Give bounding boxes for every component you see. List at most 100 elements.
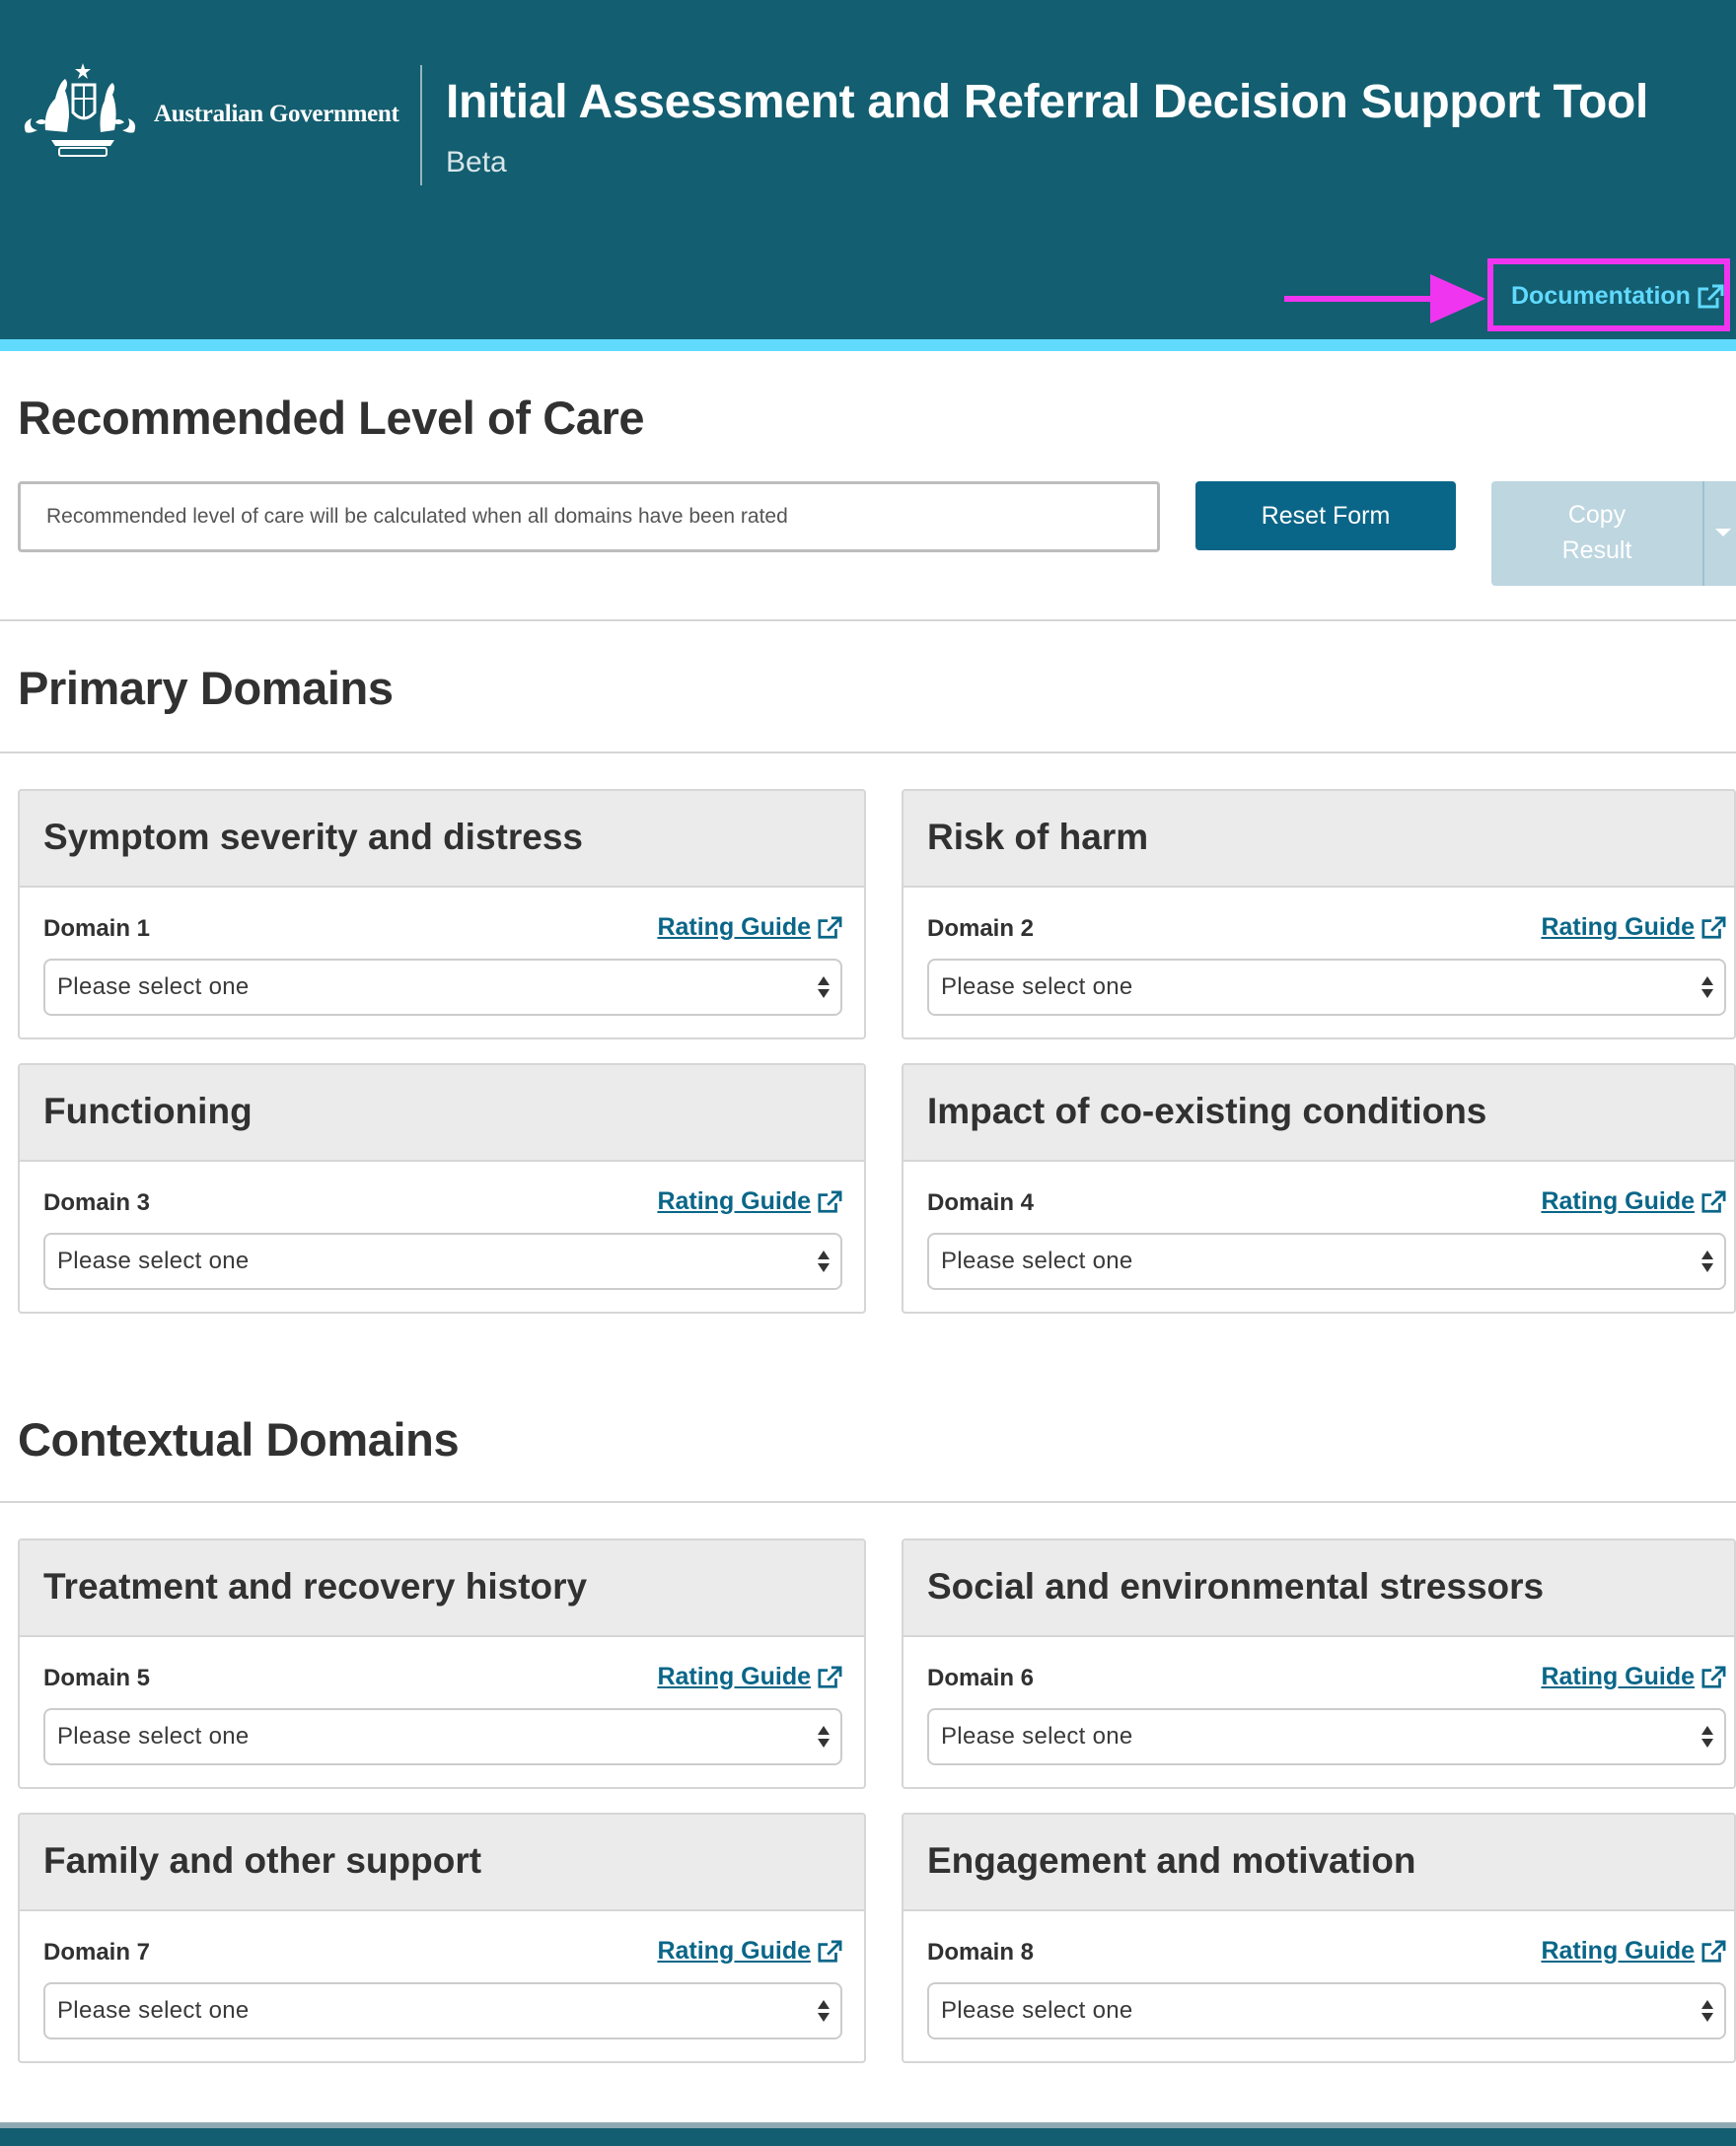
select-arrows-icon [1700, 1249, 1714, 1274]
rating-guide-link[interactable]: Rating Guide [1541, 1187, 1726, 1216]
domain-rating-select[interactable]: Please select one [43, 959, 842, 1016]
external-link-icon [818, 915, 842, 939]
domain-label: Domain 7 [43, 1939, 151, 1966]
select-value: Please select one [941, 1997, 1133, 2024]
select-value: Please select one [57, 1723, 250, 1750]
card-header: Functioning [20, 1065, 864, 1162]
domain-label: Domain 2 [927, 915, 1035, 942]
rating-guide-link[interactable]: Rating Guide [657, 1663, 842, 1691]
rating-guide-label: Rating Guide [657, 913, 811, 941]
domain-label: Domain 8 [927, 1939, 1035, 1966]
select-arrows-icon [817, 1249, 831, 1274]
external-link-icon [1698, 284, 1724, 308]
reset-form-button[interactable]: Reset Form [1195, 481, 1456, 550]
card-header: Social and environmental stressors [904, 1540, 1734, 1637]
card-header: Symptom severity and distress [20, 791, 864, 888]
select-arrows-icon [1700, 974, 1714, 1000]
domain-label: Domain 6 [927, 1665, 1035, 1691]
external-link-icon [818, 1939, 842, 1963]
card-title: Social and environmental stressors [927, 1566, 1545, 1607]
section-divider [0, 1501, 1736, 1503]
rating-guide-link[interactable]: Rating Guide [1541, 1663, 1726, 1691]
domain-rating-select[interactable]: Please select one [927, 1708, 1726, 1765]
card-title: Impact of co-existing conditions [927, 1091, 1487, 1131]
external-link-icon [818, 1189, 842, 1213]
domain-rating-select[interactable]: Please select one [927, 959, 1726, 1016]
app-title: Initial Assessment and Referral Decision… [446, 76, 1649, 128]
select-value: Please select one [941, 1723, 1133, 1750]
copy-options-dropdown[interactable] [1702, 481, 1736, 586]
rating-guide-label: Rating Guide [1541, 1937, 1695, 1965]
select-arrows-icon [1700, 1998, 1714, 2024]
copy-label-line1: Copy [1567, 501, 1627, 529]
rating-guide-link[interactable]: Rating Guide [657, 913, 842, 942]
domain-label: Domain 1 [43, 915, 151, 942]
external-link-icon [1701, 1189, 1726, 1213]
card-header: Impact of co-existing conditions [904, 1065, 1734, 1162]
card-title: Family and other support [43, 1840, 482, 1881]
header-divider [420, 65, 422, 185]
section-divider [0, 619, 1736, 621]
domain-card-social-stressors: Social and environmental stressors Domai… [902, 1538, 1736, 1789]
external-link-icon [1701, 1939, 1726, 1963]
rating-guide-link[interactable]: Rating Guide [1541, 1937, 1726, 1966]
rating-guide-link[interactable]: Rating Guide [657, 1187, 842, 1216]
rating-guide-label: Rating Guide [1541, 1187, 1695, 1215]
rating-guide-label: Rating Guide [657, 1937, 811, 1965]
rating-guide-label: Rating Guide [1541, 913, 1695, 941]
card-title: Functioning [43, 1091, 253, 1131]
domain-card-family-support: Family and other support Domain 7 Rating… [18, 1813, 866, 2063]
select-value: Please select one [57, 973, 250, 1000]
caret-down-icon [1715, 529, 1731, 536]
rating-guide-label: Rating Guide [657, 1663, 811, 1690]
site-footer [0, 2122, 1736, 2146]
domain-label: Domain 3 [43, 1189, 151, 1216]
card-title: Symptom severity and distress [43, 817, 583, 857]
select-arrows-icon [817, 1998, 831, 2024]
copy-result-button[interactable]: Copy Result [1491, 481, 1702, 586]
domain-card-risk-of-harm: Risk of harm Domain 2 Rating Guide Pleas… [902, 789, 1736, 1039]
annotation-arrow-icon [1284, 274, 1485, 323]
australian-coat-of-arms-icon [24, 63, 136, 157]
recommended-heading: Recommended Level of Care [18, 392, 645, 444]
card-header: Engagement and motivation [904, 1815, 1734, 1911]
domain-card-co-existing-conditions: Impact of co-existing conditions Domain … [902, 1063, 1736, 1314]
government-name: Australian Government [154, 101, 399, 127]
rating-guide-label: Rating Guide [1541, 1663, 1695, 1690]
domain-rating-select[interactable]: Please select one [43, 1233, 842, 1290]
copy-label-line2: Result [1561, 536, 1632, 564]
recommended-result-field: Recommended level of care will be calcul… [18, 481, 1160, 552]
domain-rating-select[interactable]: Please select one [927, 1982, 1726, 2039]
domain-label: Domain 4 [927, 1189, 1035, 1216]
documentation-link[interactable]: Documentation [1511, 282, 1724, 311]
domain-label: Domain 5 [43, 1665, 151, 1691]
documentation-label: Documentation [1511, 282, 1691, 310]
select-value: Please select one [941, 973, 1133, 1000]
select-value: Please select one [57, 1248, 250, 1274]
domain-card-engagement-motivation: Engagement and motivation Domain 8 Ratin… [902, 1813, 1736, 2063]
select-arrows-icon [817, 974, 831, 1000]
domain-card-treatment-history: Treatment and recovery history Domain 5 … [18, 1538, 866, 1789]
select-value: Please select one [57, 1997, 250, 2024]
domain-rating-select[interactable]: Please select one [927, 1233, 1726, 1290]
contextual-domains-heading: Contextual Domains [18, 1413, 460, 1466]
domain-rating-select[interactable]: Please select one [43, 1708, 842, 1765]
select-arrows-icon [817, 1724, 831, 1750]
card-header: Treatment and recovery history [20, 1540, 864, 1637]
domain-rating-select[interactable]: Please select one [43, 1982, 842, 2039]
domain-card-functioning: Functioning Domain 3 Rating Guide Please… [18, 1063, 866, 1314]
header-accent-strip [0, 339, 1736, 351]
card-title: Risk of harm [927, 817, 1149, 857]
card-title: Engagement and motivation [927, 1840, 1416, 1881]
primary-domains-heading: Primary Domains [18, 662, 394, 714]
rating-guide-link[interactable]: Rating Guide [657, 1937, 842, 1966]
app-subtitle-beta: Beta [446, 146, 507, 179]
select-arrows-icon [1700, 1724, 1714, 1750]
site-header: Australian Government Initial Assessment… [0, 0, 1736, 339]
rating-guide-link[interactable]: Rating Guide [1541, 913, 1726, 942]
card-header: Family and other support [20, 1815, 864, 1911]
rating-guide-label: Rating Guide [657, 1187, 811, 1215]
external-link-icon [1701, 1665, 1726, 1688]
card-header: Risk of harm [904, 791, 1734, 888]
government-logo[interactable]: Australian Government [16, 61, 400, 168]
